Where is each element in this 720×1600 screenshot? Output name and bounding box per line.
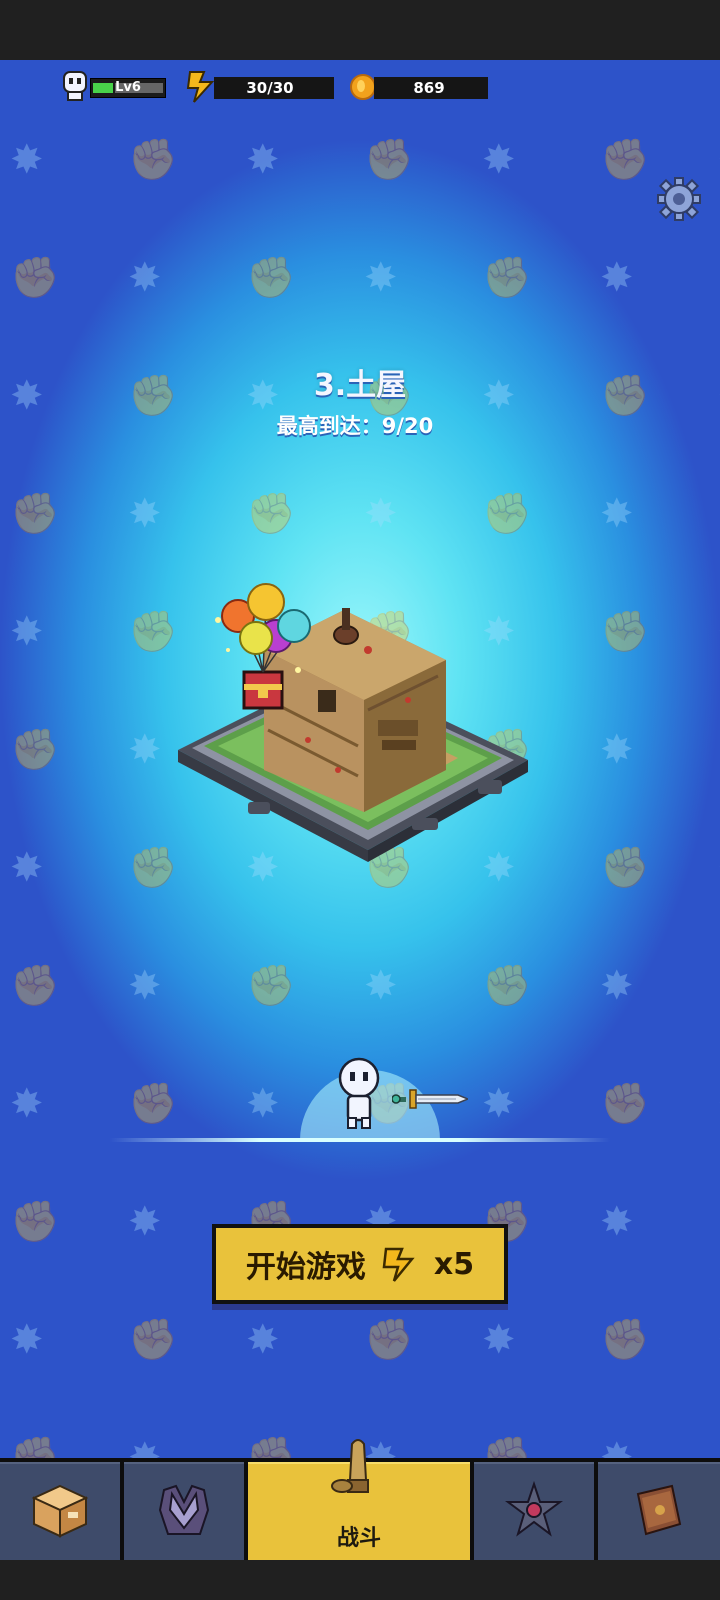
- best-reach-text: 最高到达：9/20: [276, 414, 434, 438]
- burst-pattern-icon: ✸: [600, 491, 634, 537]
- burst-pattern-icon: ✸: [364, 491, 398, 537]
- level-label: Lv6: [115, 80, 141, 95]
- bottom-nav: 战斗: [0, 1439, 720, 1562]
- fist-pattern-icon: ✊: [600, 1081, 650, 1127]
- fist-pattern-icon: ✊: [10, 963, 60, 1009]
- sword-weapon-icon: [392, 1089, 468, 1109]
- mud-house-building-image[interactable]: [168, 580, 538, 870]
- burst-pattern-icon: ✸: [600, 255, 634, 301]
- fist-pattern-icon: ✊: [128, 1317, 178, 1363]
- burst-pattern-icon: ✸: [10, 1081, 44, 1127]
- tab-codex[interactable]: [598, 1462, 720, 1560]
- fist-pattern-icon: ✊: [10, 727, 60, 773]
- burst-pattern-icon: ✸: [128, 255, 162, 301]
- burst-pattern-icon: ✸: [600, 727, 634, 773]
- energy-bolt-icon: [382, 1247, 415, 1282]
- energy-value: 30/30: [246, 79, 294, 97]
- fist-pattern-icon: ✊: [10, 1435, 60, 1460]
- burst-pattern-icon: ✸: [128, 491, 162, 537]
- coin-value: 869: [413, 79, 445, 97]
- burst-pattern-icon: ✸: [600, 963, 634, 1009]
- tab-inventory[interactable]: [0, 1462, 120, 1560]
- ground-line: [110, 1138, 610, 1142]
- fist-pattern-icon: ✊: [246, 963, 296, 1009]
- energy-bolt-icon: [186, 71, 215, 103]
- fist-pattern-icon: ✊: [482, 491, 532, 537]
- tab-battle-label: 战斗: [336, 1526, 381, 1551]
- burst-pattern-icon: ✸: [128, 1435, 162, 1460]
- fist-pattern-icon: ✊: [246, 491, 296, 537]
- fist-pattern-icon: ✊: [246, 255, 296, 301]
- crate-icon: [31, 1484, 89, 1538]
- fist-pattern-icon: ✊: [10, 255, 60, 301]
- player-avatar-icon[interactable]: [60, 70, 90, 102]
- fist-pattern-icon: ✊: [10, 1199, 60, 1245]
- bullet-icon: [331, 1439, 369, 1493]
- fist-pattern-icon: ✊: [482, 1435, 532, 1460]
- fist-pattern-icon: ✊: [246, 1435, 296, 1460]
- coin-icon: [350, 74, 376, 100]
- system-nav-bar: [0, 1560, 720, 1600]
- fist-pattern-icon: ✊: [600, 609, 650, 655]
- burst-pattern-icon: ✸: [10, 845, 44, 891]
- burst-pattern-icon: ✸: [128, 727, 162, 773]
- fist-pattern-icon: ✊: [364, 1317, 414, 1363]
- burst-pattern-icon: ✸: [246, 137, 280, 183]
- burst-pattern-icon: ✸: [246, 1081, 280, 1127]
- start-game-label: 开始游戏: [245, 1250, 366, 1285]
- status-bar: [0, 0, 720, 60]
- burst-pattern-icon: ✸: [482, 1317, 516, 1363]
- armor-icon: [158, 1484, 210, 1535]
- start-game-button[interactable]: 开始游戏 x5: [212, 1224, 508, 1304]
- talent-icon: [505, 1480, 563, 1537]
- fist-pattern-icon: ✊: [482, 963, 532, 1009]
- fist-pattern-icon: ✊: [600, 845, 650, 891]
- fist-pattern-icon: ✊: [128, 137, 178, 183]
- burst-pattern-icon: ✸: [128, 1199, 162, 1245]
- fist-pattern-icon: ✊: [128, 1081, 178, 1127]
- start-game-cost: x5: [433, 1246, 475, 1282]
- fist-pattern-icon: ✊: [482, 255, 532, 301]
- burst-pattern-icon: ✸: [128, 963, 162, 1009]
- book-icon: [636, 1484, 682, 1536]
- burst-pattern-icon: ✸: [10, 609, 44, 655]
- fist-pattern-icon: ✊: [600, 1317, 650, 1363]
- stage-title: 3.土屋: [313, 368, 407, 403]
- burst-pattern-icon: ✸: [482, 137, 516, 183]
- burst-pattern-icon: ✸: [10, 137, 44, 183]
- fist-pattern-icon: ✊: [364, 137, 414, 183]
- burst-pattern-icon: ✸: [600, 1435, 634, 1460]
- burst-pattern-icon: ✸: [364, 255, 398, 301]
- hero-character-icon[interactable]: [336, 1056, 382, 1130]
- level-bar: Lv6: [90, 78, 166, 98]
- settings-gear-icon[interactable]: [656, 176, 702, 222]
- burst-pattern-icon: ✸: [364, 963, 398, 1009]
- tab-battle[interactable]: 战斗: [248, 1439, 470, 1560]
- burst-pattern-icon: ✸: [246, 1317, 280, 1363]
- burst-pattern-icon: ✸: [600, 1199, 634, 1245]
- tab-talent[interactable]: [474, 1462, 594, 1560]
- tab-equipment[interactable]: [124, 1462, 244, 1560]
- fist-pattern-icon: ✊: [600, 137, 650, 183]
- burst-pattern-icon: ✸: [10, 1317, 44, 1363]
- burst-pattern-icon: ✸: [482, 1081, 516, 1127]
- fist-pattern-icon: ✊: [10, 491, 60, 537]
